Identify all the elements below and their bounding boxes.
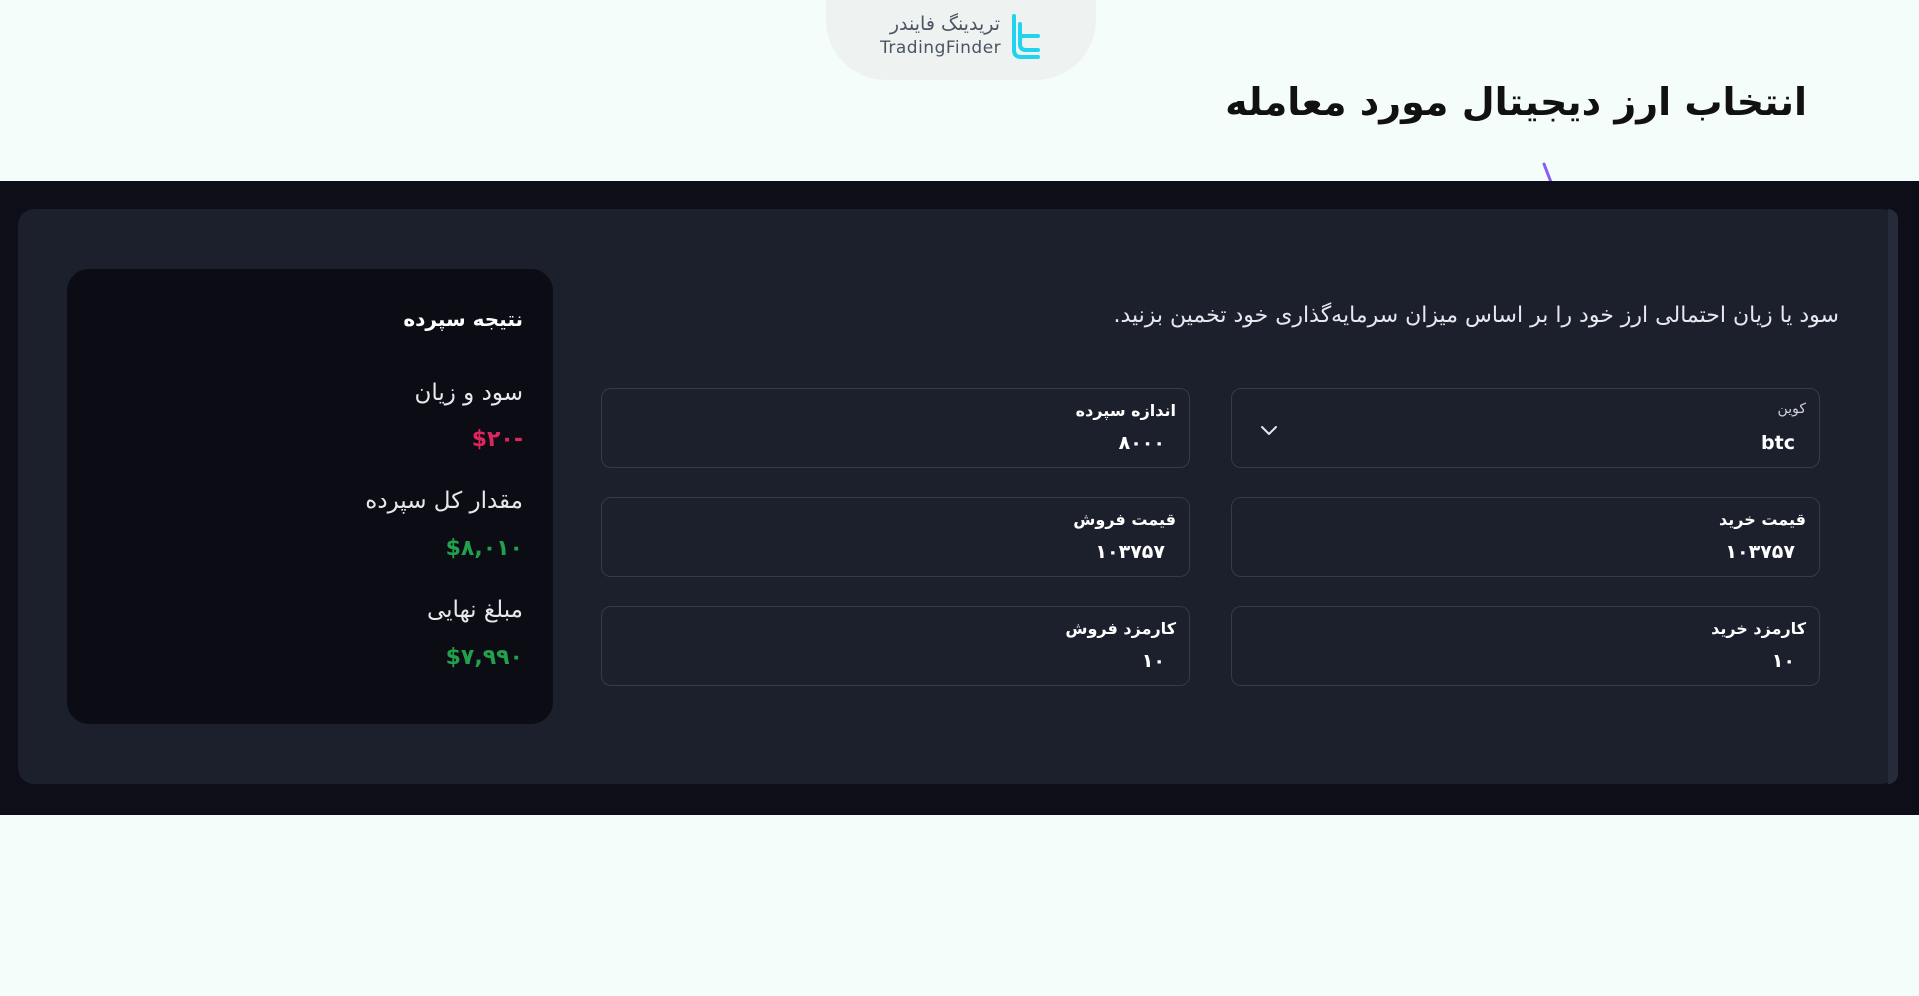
calculator-description: سود یا زیان احتمالی ارز خود را بر اساس م… — [1113, 303, 1839, 328]
coin-value: btc — [1761, 432, 1795, 454]
sell-price-value: ۱۰۳۷۵۷ — [1095, 541, 1165, 563]
tradingfinder-logo-icon — [1012, 14, 1040, 59]
buy-fee-field[interactable]: کارمزد خرید ۱۰ — [1231, 606, 1820, 686]
buy-fee-label: کارمزد خرید — [1711, 619, 1806, 638]
buy-price-label: قیمت خرید — [1719, 510, 1806, 529]
brand-name-en: TradingFinder — [880, 38, 1002, 58]
result-title: نتیجه سپرده — [403, 307, 523, 331]
coin-label: کوین — [1777, 401, 1806, 417]
buy-price-field[interactable]: قیمت خرید ۱۰۳۷۵۷ — [1231, 497, 1820, 577]
buy-fee-value: ۱۰ — [1771, 650, 1795, 672]
final-amount-value: $۷,۹۹۰ — [445, 645, 523, 670]
deposit-size-label: اندازه سپرده — [1075, 401, 1176, 420]
sell-fee-value: ۱۰ — [1141, 650, 1165, 672]
final-amount-label: مبلغ نهایی — [426, 597, 523, 623]
deposit-result-panel: نتیجه سپرده سود و زیان -$۲۰ مقدار کل سپر… — [67, 269, 553, 724]
profit-loss-value: -$۲۰ — [471, 427, 523, 452]
chevron-down-icon[interactable] — [1258, 419, 1280, 441]
buy-price-value: ۱۰۳۷۵۷ — [1725, 541, 1795, 563]
card-scroll-edge — [1888, 209, 1898, 784]
brand-name-fa: تریدینگ فایندر — [889, 13, 1000, 35]
page-heading: انتخاب ارز دیجیتال مورد معامله — [1225, 80, 1807, 124]
total-deposit-value: $۸,۰۱۰ — [445, 536, 523, 561]
profit-loss-label: سود و زیان — [414, 380, 523, 406]
sell-price-label: قیمت فروش — [1073, 510, 1176, 529]
brand-logo-text: تریدینگ فایندر TradingFinder — [880, 12, 1002, 60]
deposit-size-field[interactable]: اندازه سپرده ۸۰۰۰ — [601, 388, 1190, 468]
sell-fee-field[interactable]: کارمزد فروش ۱۰ — [601, 606, 1190, 686]
deposit-size-value: ۸۰۰۰ — [1118, 432, 1165, 454]
coin-select[interactable]: کوین btc — [1231, 388, 1820, 468]
total-deposit-label: مقدار کل سپرده — [365, 488, 523, 514]
sell-price-field[interactable]: قیمت فروش ۱۰۳۷۵۷ — [601, 497, 1190, 577]
sell-fee-label: کارمزد فروش — [1065, 619, 1176, 638]
